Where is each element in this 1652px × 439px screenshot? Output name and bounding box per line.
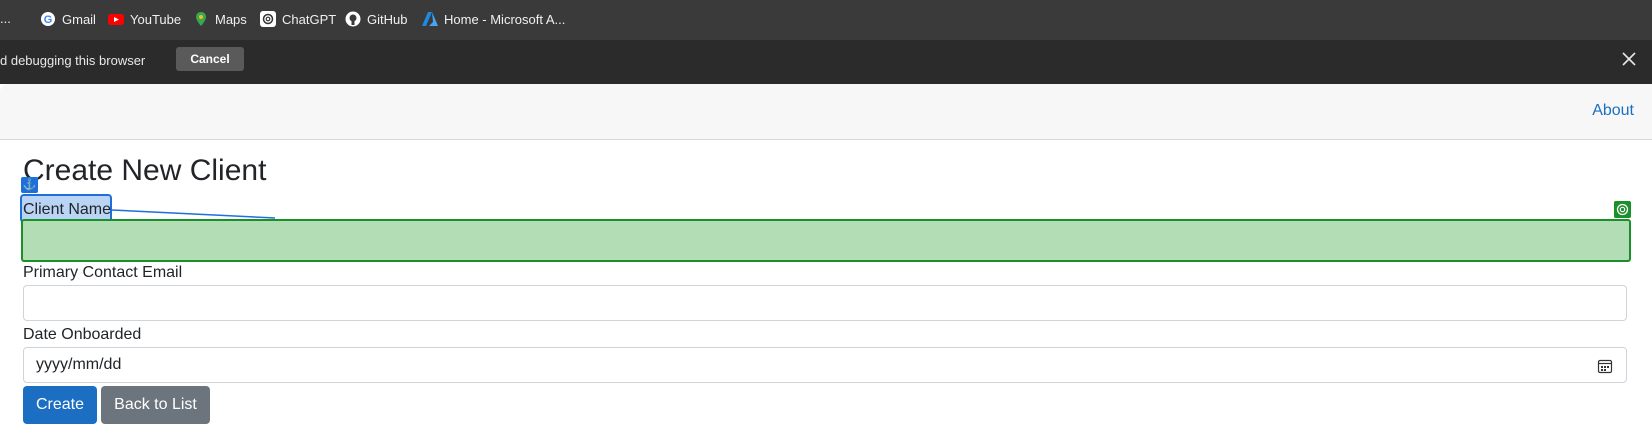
date-placeholder: yyyy/mm/dd <box>36 356 122 373</box>
target-icon <box>1614 201 1631 218</box>
email-label: Primary Contact Email <box>23 264 183 281</box>
back-to-list-button[interactable]: Back to List <box>101 386 210 424</box>
create-button[interactable]: Create <box>23 386 97 424</box>
date-onboarded-label: Date Onboarded <box>23 326 142 343</box>
client-name-label: Client Name <box>23 201 112 218</box>
calendar-icon[interactable] <box>1597 358 1613 374</box>
date-onboarded-input[interactable] <box>23 347 1627 383</box>
email-input[interactable] <box>23 285 1627 321</box>
anchor-icon: ⚓ <box>21 177 38 193</box>
client-name-input[interactable] <box>21 219 1631 262</box>
